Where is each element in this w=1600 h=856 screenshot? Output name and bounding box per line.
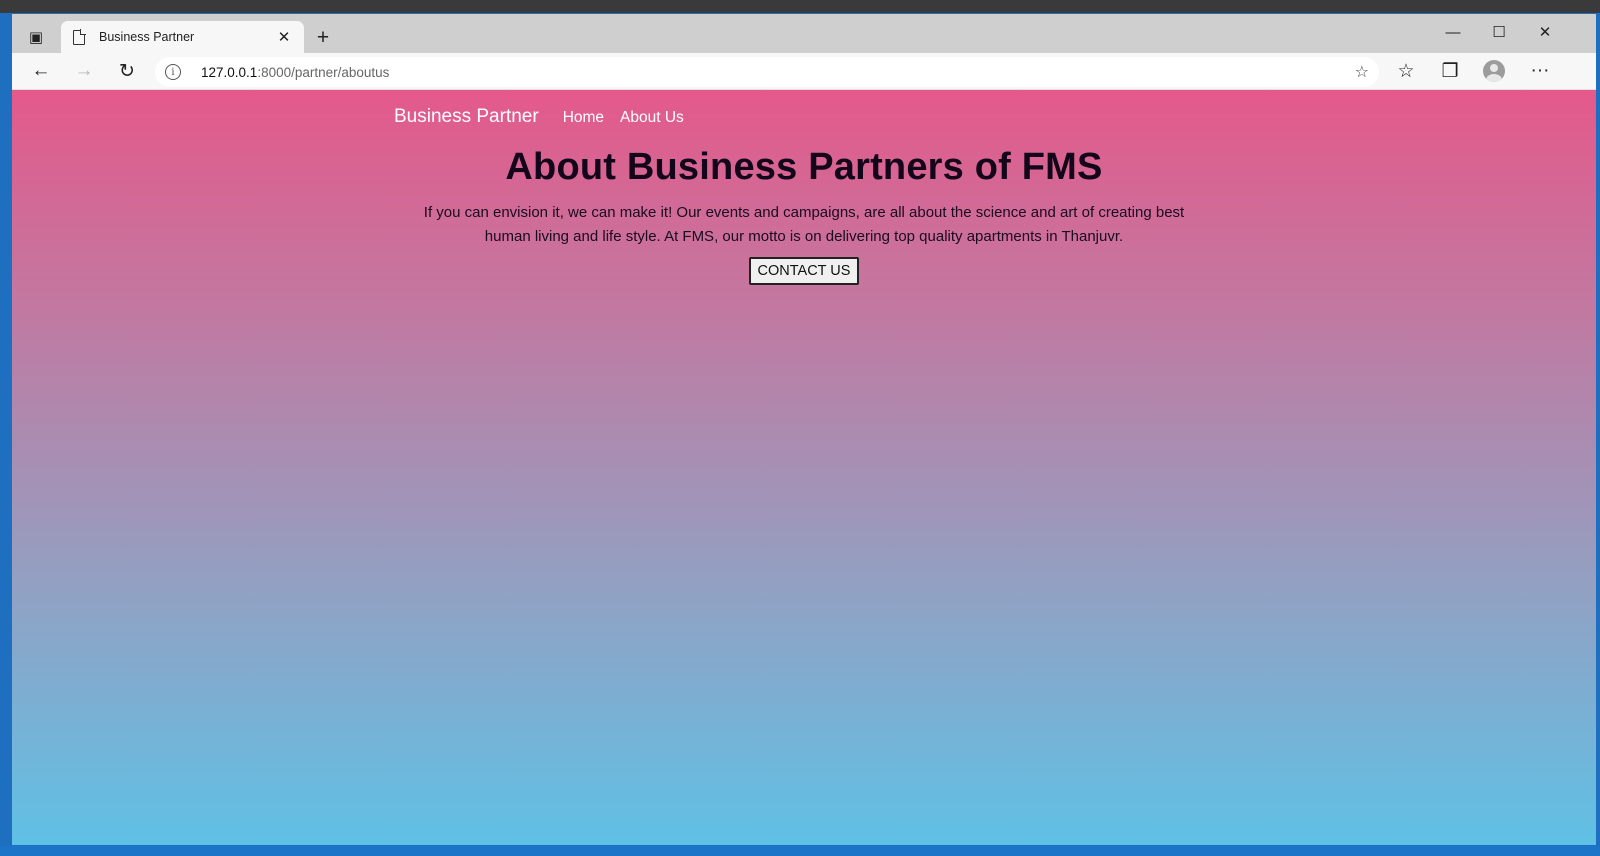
new-tab-button[interactable]: +	[310, 25, 336, 51]
desktop-left-strip	[0, 13, 11, 856]
navbar-brand[interactable]: Business Partner	[394, 106, 539, 128]
close-tab-icon[interactable]: ✕	[276, 28, 292, 46]
back-icon[interactable]: ←	[25, 57, 57, 85]
avatar-icon	[1483, 60, 1505, 82]
tab-strip: ▣ Business Partner ✕ + — ☐ ✕	[12, 14, 1596, 53]
browser-toolbar: ← → ↻ i 127.0.0.1:8000/partner/aboutus ☆…	[12, 53, 1596, 90]
forward-icon[interactable]: →	[68, 57, 100, 85]
tab-actions-icon[interactable]: ▣	[21, 24, 51, 50]
add-favorite-icon[interactable]: ☆	[1355, 62, 1369, 82]
maximize-button[interactable]: ☐	[1476, 17, 1522, 47]
browser-window: ▣ Business Partner ✕ + — ☐ ✕ ← → ↻ i 127…	[11, 13, 1597, 846]
profile-button[interactable]	[1478, 57, 1510, 85]
minimize-button[interactable]: —	[1430, 17, 1476, 47]
favorites-icon[interactable]: ☆	[1390, 57, 1422, 85]
site-info-icon[interactable]: i	[165, 64, 181, 80]
page-viewport: Business Partner Home About Us About Bus…	[12, 90, 1596, 845]
close-window-button[interactable]: ✕	[1522, 17, 1568, 47]
hero-description: If you can envision it, we can make it! …	[423, 204, 1185, 245]
nav-link-about-us[interactable]: About Us	[620, 109, 684, 127]
url-path: :8000/partner/aboutus	[257, 64, 390, 80]
taskbar-strip	[0, 846, 1600, 856]
desktop-titlebar-strip	[0, 0, 1600, 13]
more-options-icon[interactable]: ···	[1524, 57, 1556, 85]
page-title: About Business Partners of FMS	[505, 146, 1103, 188]
tab-title: Business Partner	[99, 30, 195, 44]
url-host: 127.0.0.1	[201, 64, 258, 80]
hero-section: About Business Partners of FMS If you ca…	[12, 146, 1596, 285]
site-navbar: Business Partner Home About Us	[394, 106, 700, 128]
tab-business-partner[interactable]: Business Partner ✕	[61, 21, 304, 53]
page-icon	[73, 28, 86, 45]
refresh-icon[interactable]: ↻	[111, 57, 143, 85]
address-bar[interactable]: i 127.0.0.1:8000/partner/aboutus ☆	[155, 57, 1379, 87]
collections-icon[interactable]: ❐	[1434, 57, 1466, 85]
nav-link-home[interactable]: Home	[563, 109, 604, 127]
contact-us-button[interactable]: CONTACT US	[748, 257, 860, 285]
